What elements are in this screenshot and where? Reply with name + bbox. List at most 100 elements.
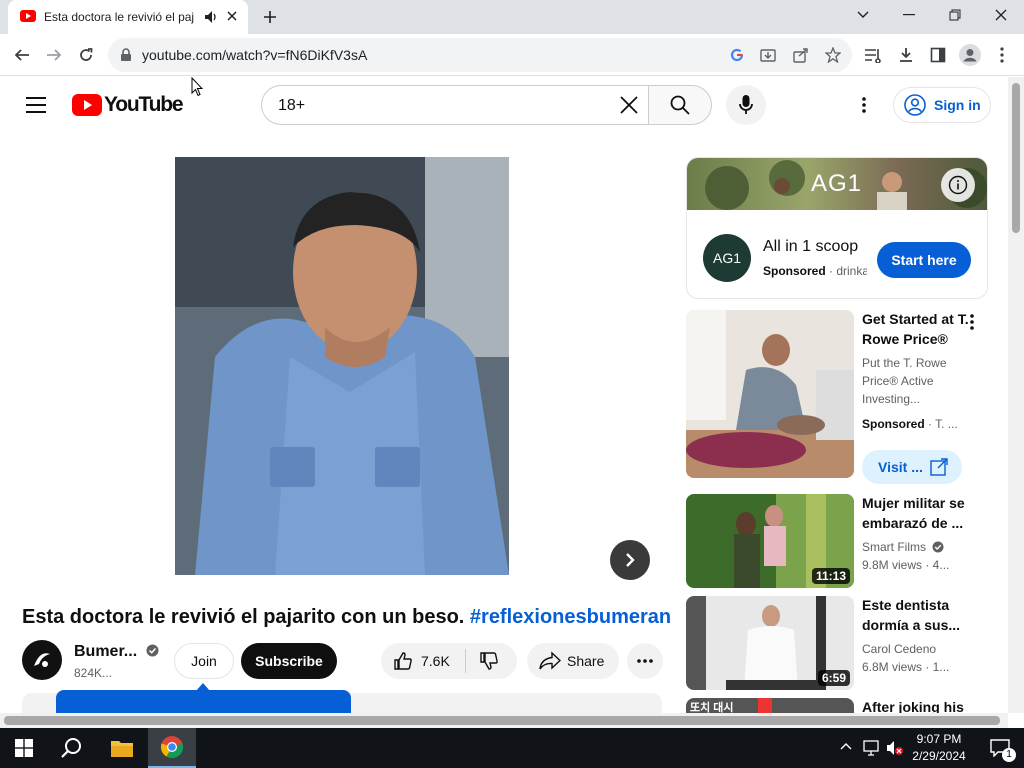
- back-arrow-icon[interactable]: [10, 43, 34, 67]
- tab-search-icon[interactable]: [840, 0, 886, 30]
- ad2-sponsored-text: Sponsored: [862, 417, 925, 431]
- join-label: Join: [191, 653, 217, 669]
- video-views: 9.8M views · 4...: [862, 558, 950, 572]
- hamburger-menu-icon[interactable]: [26, 97, 46, 113]
- next-video-button[interactable]: [610, 540, 650, 580]
- video-player[interactable]: [175, 157, 509, 575]
- ad-advertiser-logo[interactable]: AG1: [703, 234, 751, 282]
- more-actions-button[interactable]: [627, 643, 663, 679]
- subscribe-button[interactable]: Subscribe: [241, 643, 337, 679]
- open-external-icon: [930, 458, 948, 476]
- ad-banner-image[interactable]: AG1: [687, 158, 987, 210]
- volume-muted-icon[interactable]: [886, 740, 904, 756]
- ad-domain: · drinka: [829, 264, 867, 278]
- search-input[interactable]: 18+: [261, 85, 649, 125]
- show-hidden-icons-icon[interactable]: [840, 742, 852, 750]
- lock-icon[interactable]: [120, 48, 132, 62]
- chrome-menu-icon[interactable]: [990, 43, 1014, 67]
- new-tab-icon[interactable]: [262, 9, 278, 25]
- subscriber-count: 824K...: [74, 666, 113, 680]
- like-count: 7.6K: [421, 653, 450, 669]
- video-channel[interactable]: Smart Films: [862, 540, 962, 554]
- more-horizontal-icon: [637, 659, 653, 663]
- search-icon: [670, 95, 690, 115]
- hashtag-link[interactable]: #reflexionesbumeran: [470, 606, 671, 628]
- youtube-favicon-icon: [20, 10, 36, 22]
- bookmark-star-icon[interactable]: [825, 47, 841, 63]
- profile-avatar-icon[interactable]: [958, 43, 982, 67]
- ad2-thumbnail[interactable]: [686, 310, 854, 478]
- video-thumbnail[interactable]: 또치 대시: [686, 698, 854, 713]
- like-button[interactable]: [393, 651, 413, 671]
- ad2-more-icon[interactable]: [970, 314, 974, 330]
- vertical-scroll-thumb[interactable]: [1012, 83, 1020, 233]
- address-bar[interactable]: youtube.com/watch?v=fN6DiKfV3sA: [108, 38, 852, 72]
- settings-more-icon[interactable]: [862, 97, 866, 113]
- clock-time[interactable]: 9:07 PM: [904, 732, 974, 746]
- audio-playing-icon[interactable]: [204, 10, 218, 24]
- clear-search-icon[interactable]: [620, 96, 638, 114]
- voice-search-button[interactable]: [726, 85, 766, 125]
- windows-logo-icon: [15, 739, 33, 757]
- thumbnail-text: 또치 대시: [690, 702, 734, 713]
- channel-name[interactable]: Bumer...: [74, 643, 159, 661]
- channel-row: Bumer... 824K... Join Subscribe 7.6K Sha…: [22, 640, 663, 684]
- downloads-icon[interactable]: [894, 43, 918, 67]
- sign-in-label: Sign in: [934, 97, 981, 113]
- video-title-link[interactable]: Mujer militar se embarazó de ...: [862, 493, 970, 533]
- search-query-text: 18+: [278, 97, 306, 114]
- video-channel[interactable]: Carol Cedeno: [862, 642, 962, 656]
- reading-list-icon[interactable]: [861, 43, 885, 67]
- ad-logo-text: AG1: [712, 250, 741, 266]
- browser-tab[interactable]: Esta doctora le revivió el paj: [8, 0, 248, 34]
- forward-arrow-icon[interactable]: [42, 43, 66, 67]
- network-icon[interactable]: [862, 740, 880, 756]
- sponsored-ad-card[interactable]: AG1 AG1 All in 1 scoop Sponsored · drink…: [686, 157, 988, 299]
- youtube-header: YouTube 18+ Sign in: [0, 77, 1008, 133]
- action-center-button[interactable]: 1: [976, 728, 1024, 768]
- ad2-title[interactable]: Get Started at T. Rowe Price®: [862, 309, 970, 349]
- share-button[interactable]: Share: [527, 643, 619, 679]
- microphone-icon: [739, 95, 753, 114]
- share-page-icon[interactable]: [793, 47, 809, 63]
- taskbar-search-button[interactable]: [48, 728, 96, 768]
- video-title-link[interactable]: Este dentista dormía a sus...: [862, 595, 970, 635]
- install-app-icon[interactable]: [760, 47, 776, 63]
- channel-avatar[interactable]: [22, 640, 62, 680]
- start-button[interactable]: [0, 728, 48, 768]
- chevron-right-icon: [626, 553, 635, 567]
- youtube-logo[interactable]: YouTube: [72, 93, 184, 117]
- restore-window-icon[interactable]: [932, 0, 978, 30]
- minimize-window-icon[interactable]: [886, 0, 932, 30]
- thumbs-up-icon: [394, 652, 412, 670]
- reload-icon[interactable]: [74, 43, 98, 67]
- video-title-text: Esta doctora le revivió el pajarito con …: [22, 606, 465, 628]
- video-thumbnail[interactable]: 11:13: [686, 494, 854, 588]
- dislike-button[interactable]: [479, 651, 499, 671]
- close-tab-icon[interactable]: [226, 10, 238, 22]
- ad-info-button[interactable]: [941, 168, 975, 202]
- ad-start-here-button[interactable]: Start here: [877, 242, 971, 278]
- join-tooltip: [56, 683, 351, 713]
- sign-in-button[interactable]: Sign in: [893, 87, 991, 123]
- file-explorer-button[interactable]: [98, 728, 146, 768]
- vertical-scrollbar[interactable]: [1008, 77, 1024, 713]
- search-button[interactable]: [648, 85, 712, 125]
- tooltip-pointer-icon: [196, 683, 210, 691]
- video-title-link[interactable]: After joking his: [862, 697, 970, 713]
- mouse-cursor-icon: [191, 77, 203, 97]
- clock-date[interactable]: 2/29/2024: [904, 749, 974, 763]
- video-thumbnail[interactable]: 6:59: [686, 596, 854, 690]
- close-window-icon[interactable]: [978, 0, 1024, 30]
- verified-check-icon: [932, 541, 944, 553]
- subscribe-label: Subscribe: [255, 653, 323, 669]
- horizontal-scroll-thumb[interactable]: [4, 716, 1000, 725]
- browser-tab-strip: Esta doctora le revivió el paj: [0, 0, 1024, 34]
- side-panel-icon[interactable]: [926, 43, 950, 67]
- chrome-taskbar-button[interactable]: [148, 728, 196, 768]
- google-lens-icon[interactable]: [730, 48, 744, 62]
- horizontal-scrollbar[interactable]: [0, 713, 1008, 728]
- ad2-visit-button[interactable]: Visit ...: [862, 450, 962, 484]
- ad-sponsored-label: Sponsored · drinka: [763, 264, 867, 278]
- join-button[interactable]: Join: [174, 643, 234, 679]
